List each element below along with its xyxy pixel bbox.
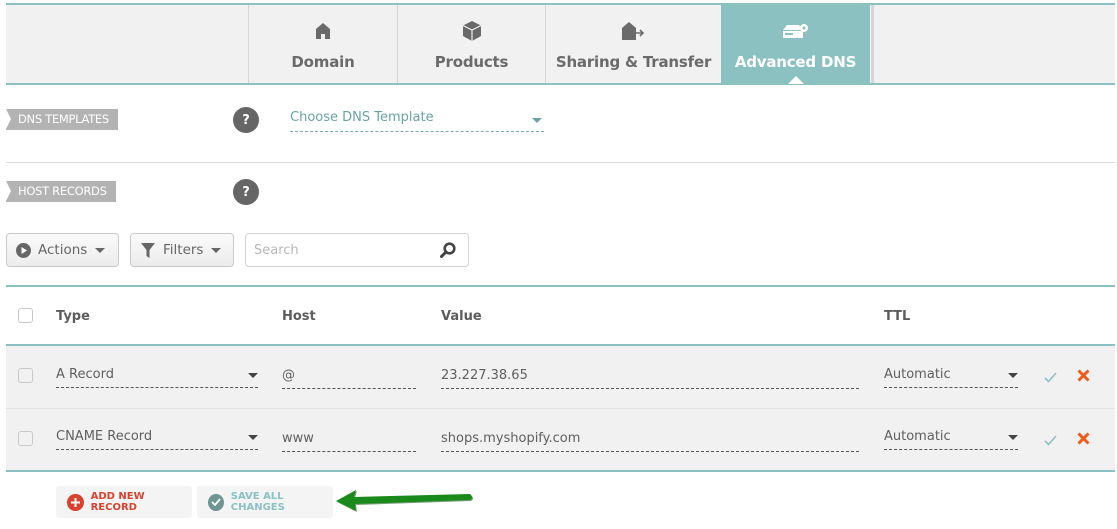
tab-products[interactable]: Products xyxy=(397,5,545,83)
tab-label: Products xyxy=(434,53,509,71)
section-divider xyxy=(6,162,1115,163)
record-type-select[interactable]: CNAME Record xyxy=(56,428,258,450)
search-box xyxy=(245,233,469,267)
filter-icon xyxy=(141,242,155,258)
server-gear-icon xyxy=(782,21,809,41)
record-value: 23.227.38.65 xyxy=(441,368,528,383)
actions-button[interactable]: Actions xyxy=(6,233,119,267)
box-icon xyxy=(462,21,481,41)
row-checkbox[interactable] xyxy=(18,431,33,446)
record-type-value: A Record xyxy=(56,367,114,382)
check-icon[interactable] xyxy=(1044,431,1057,450)
record-value: shops.myshopify.com xyxy=(441,431,581,446)
record-type-value: CNAME Record xyxy=(56,429,153,444)
annotation-arrow-icon xyxy=(334,488,474,516)
host-records-label: HOST RECORDS xyxy=(6,181,116,202)
chevron-down-icon xyxy=(1008,435,1018,440)
chevron-down-icon xyxy=(248,435,258,440)
tab-label: Domain xyxy=(291,53,355,71)
value-input[interactable]: shops.myshopify.com xyxy=(441,430,859,452)
chevron-down-icon xyxy=(248,373,258,378)
host-input[interactable]: www xyxy=(282,430,416,452)
ttl-select[interactable]: Automatic xyxy=(884,428,1018,450)
check-circle-icon xyxy=(208,493,224,511)
dns-templates-label: DNS TEMPLATES xyxy=(6,109,118,130)
host-records-table: Type Host Value TTL A Record @ 23.227.38… xyxy=(6,285,1115,472)
host-input[interactable]: @ xyxy=(282,367,416,389)
home-icon xyxy=(316,21,330,41)
dns-templates-help-icon[interactable]: ? xyxy=(233,107,259,133)
save-all-changes-label: SAVE ALL CHANGES xyxy=(230,491,285,513)
filters-label: Filters xyxy=(163,242,204,258)
value-input[interactable]: 23.227.38.65 xyxy=(441,367,859,389)
check-icon[interactable] xyxy=(1044,368,1057,387)
record-type-select[interactable]: A Record xyxy=(56,366,258,388)
table-header: Type Host Value TTL xyxy=(6,285,1115,346)
tab-label: Sharing & Transfer xyxy=(555,53,712,71)
chevron-down-icon xyxy=(95,247,106,253)
add-new-record-label: ADD NEW RECORD xyxy=(90,491,145,513)
table-row: CNAME Record www shops.myshopify.com Aut… xyxy=(6,409,1115,472)
dns-template-select-value: Choose DNS Template xyxy=(290,110,434,125)
search-input[interactable] xyxy=(246,234,426,266)
column-header-value: Value xyxy=(441,309,482,324)
select-all-checkbox[interactable] xyxy=(18,308,33,323)
filters-button[interactable]: Filters xyxy=(130,233,234,267)
host-records-help-icon[interactable]: ? xyxy=(233,179,259,205)
ttl-value: Automatic xyxy=(884,367,951,382)
dns-template-select[interactable]: Choose DNS Template xyxy=(290,110,544,132)
tab-domain[interactable]: Domain xyxy=(248,5,397,83)
home-transfer-icon xyxy=(621,21,646,41)
chevron-down-icon xyxy=(1008,373,1018,378)
ttl-value: Automatic xyxy=(884,429,951,444)
actions-label: Actions xyxy=(38,242,88,258)
table-row: A Record @ 23.227.38.65 Automatic xyxy=(6,346,1115,409)
tab-divider xyxy=(871,5,874,83)
chevron-down-icon xyxy=(211,247,222,253)
active-tab-caret xyxy=(787,76,804,84)
column-header-ttl: TTL xyxy=(884,309,911,324)
tab-sharing-transfer[interactable]: Sharing & Transfer xyxy=(545,5,721,83)
delete-icon[interactable] xyxy=(1077,430,1090,449)
column-header-host: Host xyxy=(282,309,316,324)
save-all-changes-button[interactable]: SAVE ALL CHANGES xyxy=(197,486,333,518)
ttl-select[interactable]: Automatic xyxy=(884,366,1018,388)
host-value: @ xyxy=(282,368,295,383)
column-header-type: Type xyxy=(56,309,90,324)
host-value: www xyxy=(282,431,314,446)
tab-advanced-dns[interactable]: Advanced DNS xyxy=(721,5,870,84)
row-checkbox[interactable] xyxy=(18,368,33,383)
chevron-down-icon xyxy=(532,118,542,123)
domain-tab-bar: Domain Products Sharing & Transfer Advan… xyxy=(6,3,1115,85)
play-circle-icon xyxy=(16,242,31,258)
delete-icon[interactable] xyxy=(1077,367,1090,386)
tab-label: Advanced DNS xyxy=(734,53,857,71)
plus-circle-icon xyxy=(67,493,84,511)
add-new-record-button[interactable]: ADD NEW RECORD xyxy=(56,486,192,518)
search-icon[interactable] xyxy=(440,242,456,262)
